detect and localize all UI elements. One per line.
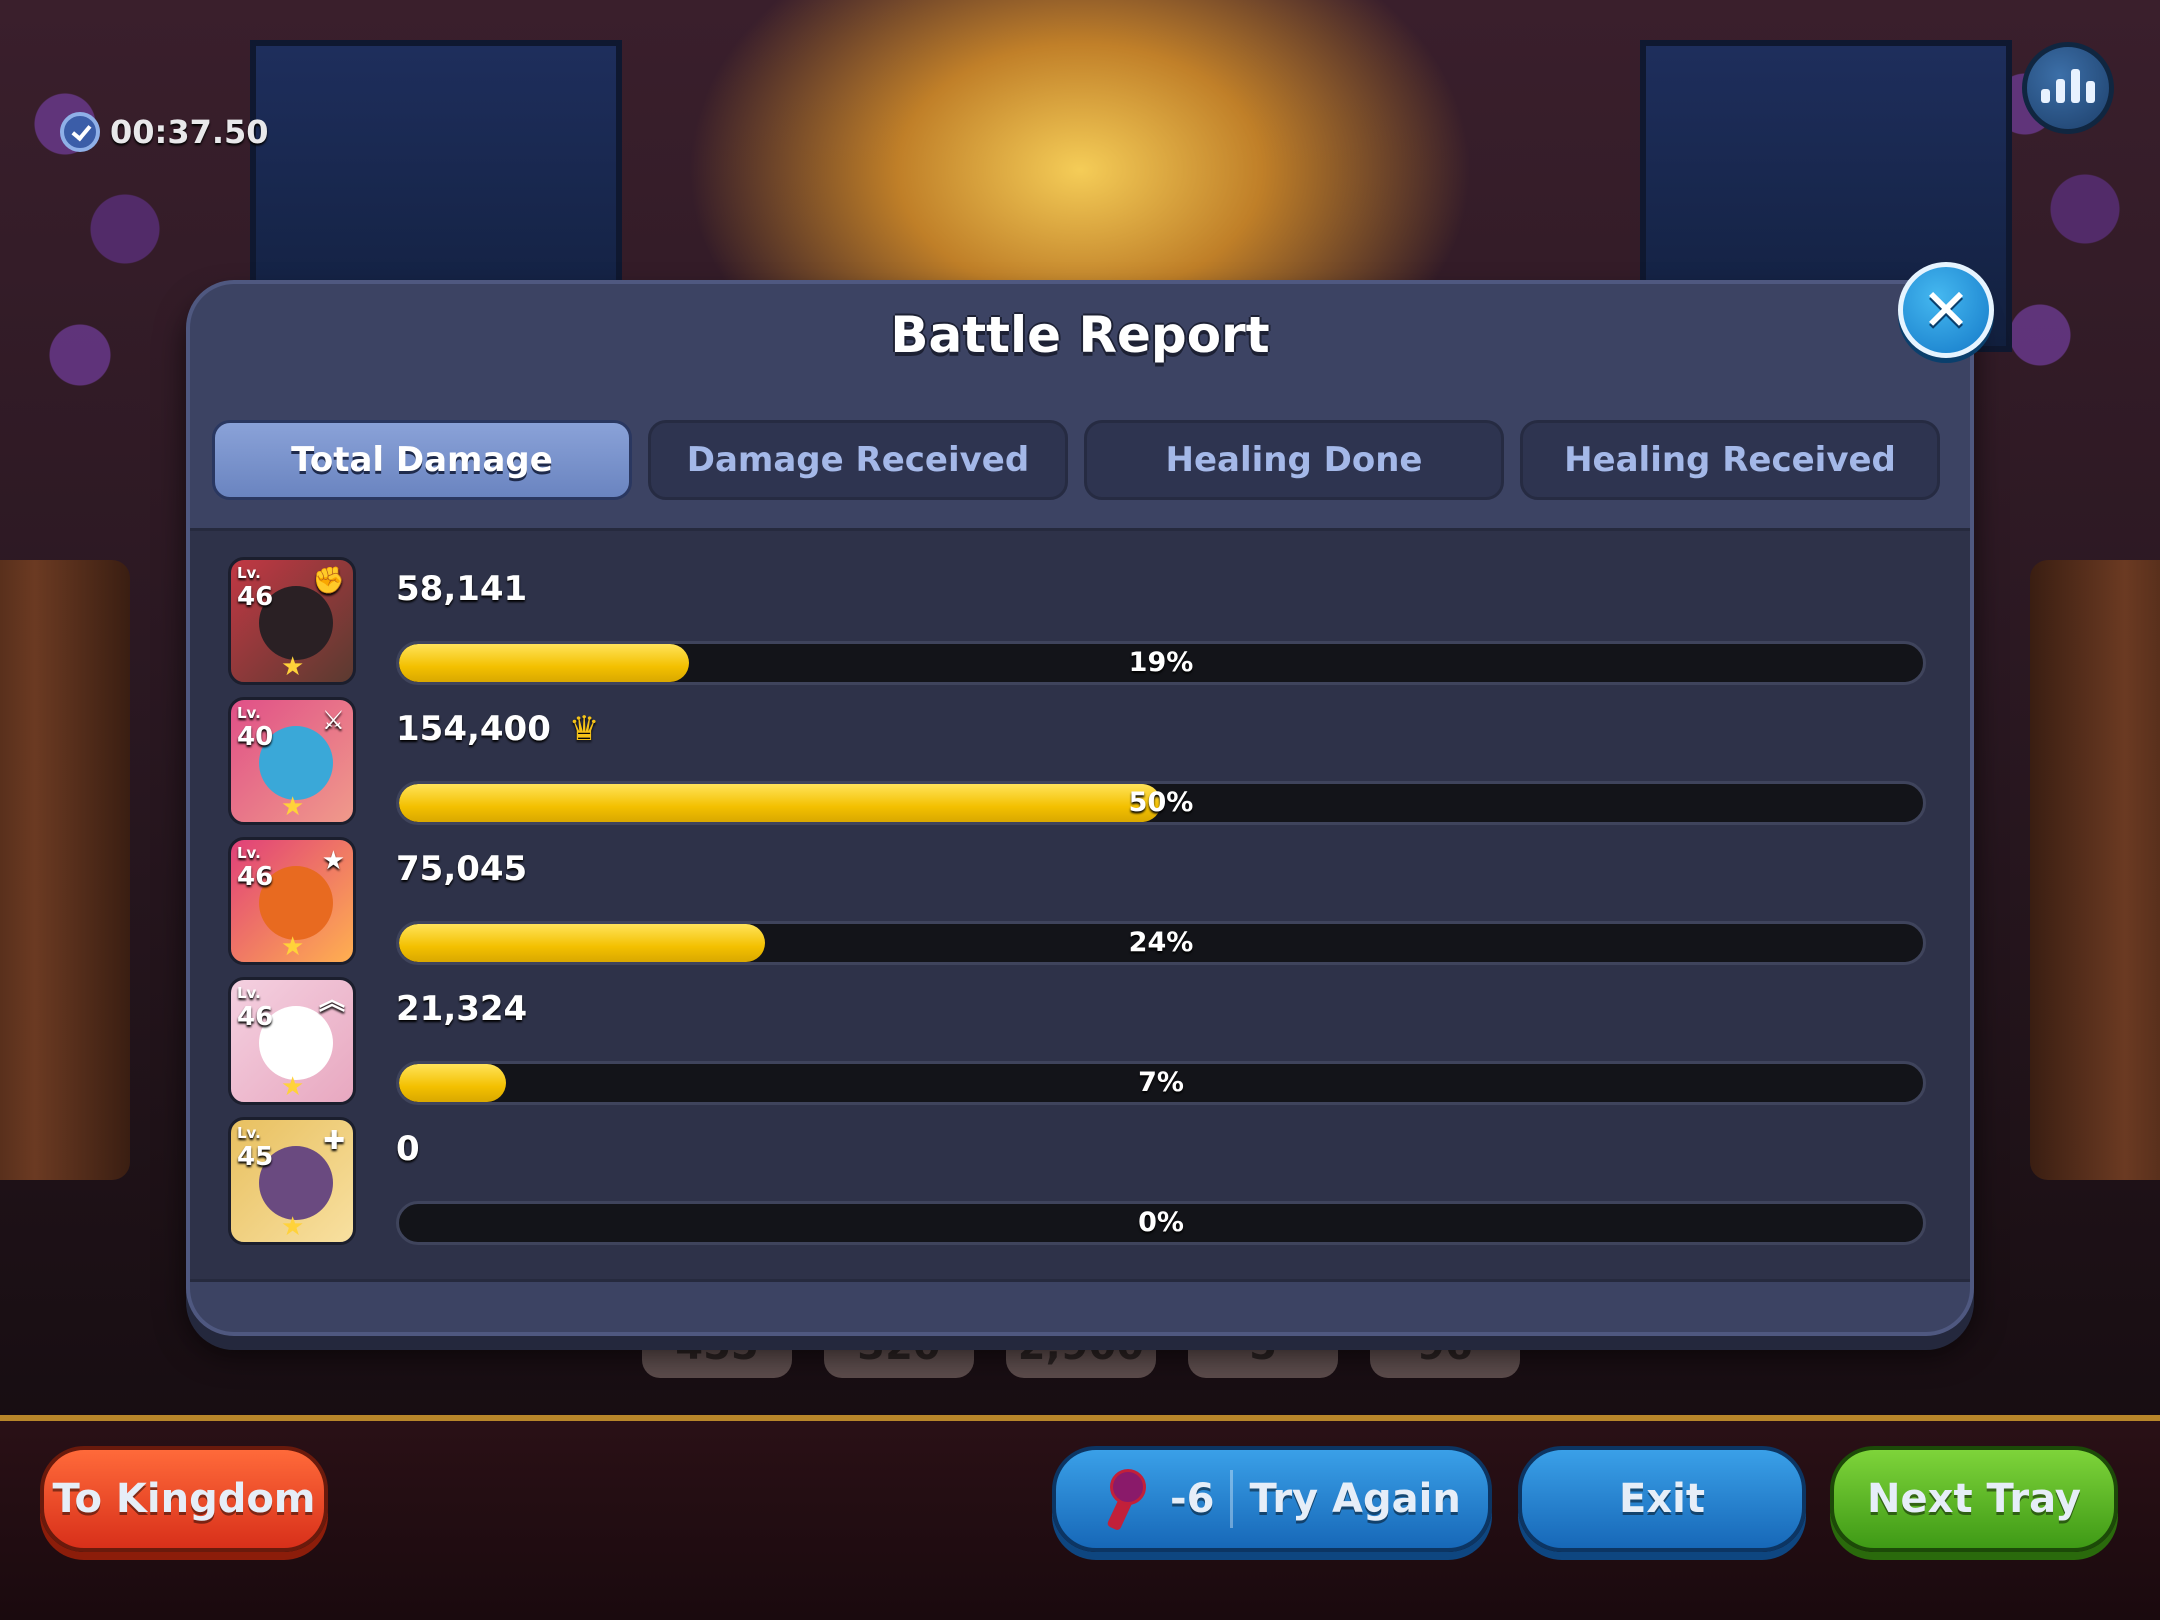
star-icon: ★ bbox=[281, 1212, 305, 1242]
tab-healing-done[interactable]: Healing Done bbox=[1084, 420, 1504, 500]
cookie-portrait[interactable]: Lv. 46 ★ ★ bbox=[228, 837, 356, 965]
damage-percent: 0% bbox=[1138, 1207, 1184, 1238]
divider bbox=[1230, 1470, 1234, 1528]
star-icon: ★ bbox=[321, 846, 345, 876]
damage-percent: 50% bbox=[1128, 787, 1194, 818]
star-icon: ★ bbox=[281, 1072, 305, 1102]
damage-value: 154,400 ♛ bbox=[396, 709, 599, 749]
damage-value: 21,324 bbox=[396, 989, 527, 1029]
level-number: 46 bbox=[237, 862, 274, 892]
level-number: 46 bbox=[237, 582, 274, 612]
damage-value: 0 bbox=[396, 1129, 420, 1169]
cookie-portrait[interactable]: Lv. 46 ︽ ★ bbox=[228, 977, 356, 1105]
swords-icon: ⚔ bbox=[321, 706, 345, 736]
tab-damage-received[interactable]: Damage Received bbox=[648, 420, 1068, 500]
cookie-portrait[interactable]: Lv. 45 ✚ ★ bbox=[228, 1117, 356, 1245]
damage-value: 75,045 bbox=[396, 849, 527, 889]
level-number: 40 bbox=[237, 722, 274, 752]
list-item: Lv. 45 ✚ ★ 0 0% bbox=[228, 1117, 1938, 1249]
level-label: Lv. bbox=[237, 1124, 261, 1142]
exit-button[interactable]: Exit bbox=[1518, 1446, 1806, 1552]
damage-progress-bar: 24% bbox=[396, 921, 1926, 965]
timer-text: 00:37.50 bbox=[110, 113, 269, 151]
level-number: 45 bbox=[237, 1142, 274, 1172]
damage-progress-bar: 0% bbox=[396, 1201, 1926, 1245]
try-again-label: Try Again bbox=[1249, 1476, 1461, 1522]
retry-cost: -6 bbox=[1170, 1476, 1215, 1522]
next-tray-button[interactable]: Next Tray bbox=[1830, 1446, 2118, 1552]
close-button[interactable]: ✕ bbox=[1898, 262, 1994, 358]
pillar-right bbox=[2030, 560, 2160, 1180]
list-item: Lv. 46 ★ ★ 75,045 24% bbox=[228, 837, 1938, 969]
damage-amount: 75,045 bbox=[396, 849, 528, 889]
chevron-up-icon: ︽ bbox=[318, 986, 345, 1016]
cookie-portrait[interactable]: Lv. 46 ✊ ★ bbox=[228, 557, 356, 685]
list-item: Lv. 40 ⚔ ★ 154,400 ♛ 50% bbox=[228, 697, 1938, 829]
bar-chart-icon[interactable] bbox=[2022, 42, 2114, 134]
damage-amount: 0 bbox=[396, 1129, 420, 1169]
tab-healing-received[interactable]: Healing Received bbox=[1520, 420, 1940, 500]
damage-amount: 21,324 bbox=[396, 989, 528, 1029]
damage-percent: 7% bbox=[1138, 1067, 1184, 1098]
damage-progress-bar: 7% bbox=[396, 1061, 1926, 1105]
report-tabs: Total Damage Damage Received Healing Don… bbox=[212, 420, 1940, 500]
tab-total-damage[interactable]: Total Damage bbox=[212, 420, 632, 500]
fist-icon: ✊ bbox=[312, 566, 345, 596]
to-kingdom-button[interactable]: To Kingdom bbox=[40, 1446, 328, 1552]
level-label: Lv. bbox=[237, 984, 261, 1002]
list-item: Lv. 46 ✊ ★ 58,141 19% bbox=[228, 557, 1938, 689]
list-item: Lv. 46 ︽ ★ 21,324 7% bbox=[228, 977, 1938, 1109]
level-label: Lv. bbox=[237, 704, 261, 722]
level-label: Lv. bbox=[237, 564, 261, 582]
try-again-button[interactable]: -6 Try Again bbox=[1052, 1446, 1492, 1552]
damage-amount: 154,400 bbox=[396, 709, 551, 749]
star-icon: ★ bbox=[281, 932, 305, 962]
flower-decoration bbox=[20, 40, 170, 460]
dialog-title: Battle Report bbox=[890, 306, 1270, 364]
damage-progress-bar: 19% bbox=[396, 641, 1926, 685]
staff-icon bbox=[1096, 1465, 1154, 1533]
star-icon: ★ bbox=[281, 652, 305, 682]
level-number: 46 bbox=[237, 1002, 274, 1032]
battle-report-dialog: Battle Report Total Damage Damage Receiv… bbox=[186, 280, 1974, 1336]
damage-value: 58,141 bbox=[396, 569, 527, 609]
cookie-portrait[interactable]: Lv. 40 ⚔ ★ bbox=[228, 697, 356, 825]
crown-icon: ♛ bbox=[568, 709, 600, 749]
damage-percent: 19% bbox=[1128, 647, 1194, 678]
damage-percent: 24% bbox=[1128, 927, 1194, 958]
pillar-left bbox=[0, 560, 130, 1180]
clock-icon bbox=[60, 112, 100, 152]
level-label: Lv. bbox=[237, 844, 261, 862]
star-icon: ★ bbox=[281, 792, 305, 822]
battle-timer: 00:37.50 bbox=[60, 112, 269, 152]
close-icon: ✕ bbox=[1921, 276, 1971, 344]
plus-icon: ✚ bbox=[323, 1126, 345, 1156]
damage-amount: 58,141 bbox=[396, 569, 528, 609]
report-list: Lv. 46 ✊ ★ 58,141 19% Lv. 40 ⚔ ★ 154,400… bbox=[190, 528, 1970, 1282]
damage-progress-bar: 50% bbox=[396, 781, 1926, 825]
